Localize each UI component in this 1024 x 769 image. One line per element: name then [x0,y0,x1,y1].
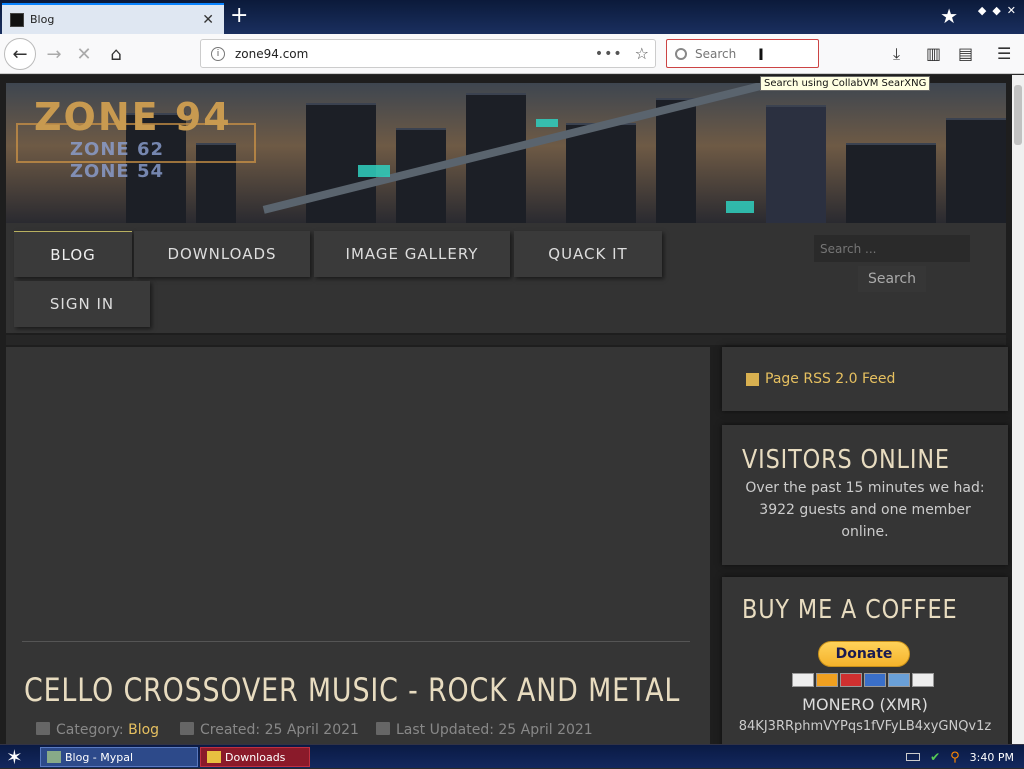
start-button[interactable]: ✶ [6,745,23,769]
new-tab-button[interactable]: + [230,5,248,27]
logo-subtitle-2: ZONE 54 [70,161,165,182]
arrow-right-icon: → [46,43,62,65]
task2-label: Downloads [225,750,286,764]
visitors-text: Over the past 15 minutes we had: 3922 gu… [745,480,985,540]
taskbar-item-browser[interactable]: Blog - Mypal [40,747,198,767]
article-rule [22,641,690,642]
search-tray-icon[interactable]: ⚲ [950,750,960,765]
library-icon[interactable]: ▥ [926,44,941,63]
page-scrollbar[interactable] [1012,75,1024,744]
menu-item-image-gallery[interactable]: IMAGE GALLERY [314,231,510,277]
coffee-heading: BUY ME A COFFEE [742,595,958,625]
rss-feed-link[interactable]: Page RSS 2.0 Feed [765,371,895,387]
browser-search-box[interactable] [666,39,819,68]
navigation-toolbar: ← → ✕ ⌂ i zone94.com ••• ☆ ⤓ ▥ ▤ ☰ [0,34,1024,74]
site-search-button[interactable]: Search [858,266,926,292]
visitors-heading: VISITORS ONLINE [742,445,950,475]
info-icon[interactable]: i [211,46,225,61]
logo-subtitle-1: ZONE 62 [70,139,165,160]
text-cursor-icon: I [758,45,764,64]
mastercard-icon [816,673,838,687]
article-title[interactable]: CELLO CROSSOVER MUSIC - ROCK AND METAL [24,671,680,709]
menu-item-downloads[interactable]: DOWNLOADS [134,231,310,277]
site-header-banner: ZONE 94 ZONE 62 ZONE 54 [6,83,1006,223]
bank-card-icon [912,673,934,687]
system-tray: ✔ ⚲ 3:40 PM [906,745,1024,769]
main-menu: BLOG DOWNLOADS IMAGE GALLERY QUACK IT SI… [6,223,1006,333]
taskbar-item-downloads[interactable]: Downloads [200,747,310,767]
clock[interactable]: 3:40 PM [970,751,1014,764]
search-tooltip: Search using CollabVM SearXNG [760,76,931,91]
network-icon[interactable]: ✔ [930,750,940,764]
browser-tab-blog[interactable]: Blog ✕ [2,3,224,34]
star-logo-icon: ★ [940,4,958,28]
updated-date: Last Updated: 25 April 2021 [396,722,593,738]
site-favicon-icon [10,12,24,27]
category-link[interactable]: Blog [128,722,159,738]
scrollbar-thumb[interactable] [1014,85,1022,145]
browser-search-input[interactable] [695,46,805,61]
taskbar: ✶ Blog - Mypal Downloads ✔ ⚲ 3:40 PM [0,744,1024,769]
donate-button[interactable]: Donate [818,641,910,667]
article-panel: CELLO CROSSOVER MUSIC - ROCK AND METAL C… [6,347,710,744]
close-tab-icon[interactable]: ✕ [202,12,214,28]
folder-icon [207,751,221,763]
site-logo[interactable]: ZONE 94 [34,95,232,139]
menu-icon[interactable]: ☰ [997,44,1011,63]
home-button[interactable]: ⌂ [100,38,132,70]
rss-panel: Page RSS 2.0 Feed [722,347,1008,411]
window-controls: ◆ ◆ ✕ [978,4,1016,17]
url-bar[interactable]: i zone94.com ••• ☆ [200,39,656,68]
bookmark-star-icon[interactable]: ☆ [635,44,649,63]
created-date: Created: 25 April 2021 [200,722,359,738]
page-actions-button[interactable]: ••• [595,46,623,62]
article-updated: Last Updated: 25 April 2021 [376,722,593,738]
minimize-icon[interactable]: ◆ [978,4,986,17]
monero-address: 84KJ3RRphmVYPqs1fVFyLB4xyGNQv1z [738,719,992,734]
visa-icon [792,673,814,687]
site-search-input[interactable] [814,235,970,262]
menu-item-quack-it[interactable]: QUACK IT [514,231,662,277]
menu-item-sign-in[interactable]: SIGN IN [14,281,150,327]
arrow-left-icon: ← [12,43,28,65]
back-button[interactable]: ← [4,38,36,70]
search-icon [675,47,687,60]
payment-cards [792,673,934,687]
visitors-panel: VISITORS ONLINE Over the past 15 minutes… [722,425,1008,565]
stop-icon: ✕ [76,43,92,65]
url-text[interactable]: zone94.com [235,47,595,61]
maestro-icon [840,673,862,687]
tab-title: Blog [30,13,55,26]
calendar-icon [180,722,194,735]
task1-label: Blog - Mypal [65,750,134,764]
maximize-icon[interactable]: ◆ [992,4,1000,17]
amex-icon [864,673,886,687]
page-viewport: ZONE 94 ZONE 62 ZONE 54 BLOG DOWNLOADS I… [0,75,1012,744]
stop-button[interactable]: ✕ [68,38,100,70]
sidebar-icon[interactable]: ▤ [958,44,973,63]
forward-button[interactable]: → [38,38,70,70]
home-icon: ⌂ [110,43,122,65]
keyboard-icon[interactable] [906,753,921,761]
category-label: Category: [56,722,124,738]
discover-icon [888,673,910,687]
calendar-icon [376,722,390,735]
browser-app-icon [47,751,61,763]
menu-item-blog[interactable]: BLOG [14,231,132,277]
rss-icon [746,372,759,386]
article-created: Created: 25 April 2021 [180,722,359,738]
article-category: Category: Blog [36,722,159,738]
folder-icon [36,722,50,735]
monero-label: MONERO (XMR) [802,695,928,714]
close-window-icon[interactable]: ✕ [1007,4,1016,17]
tab-strip: Blog ✕ + ★ ◆ ◆ ✕ [0,0,1024,34]
section-divider [6,335,1006,345]
download-icon[interactable]: ⤓ [893,44,900,64]
coffee-panel: BUY ME A COFFEE Donate MONERO (XMR) 84KJ… [722,577,1008,744]
